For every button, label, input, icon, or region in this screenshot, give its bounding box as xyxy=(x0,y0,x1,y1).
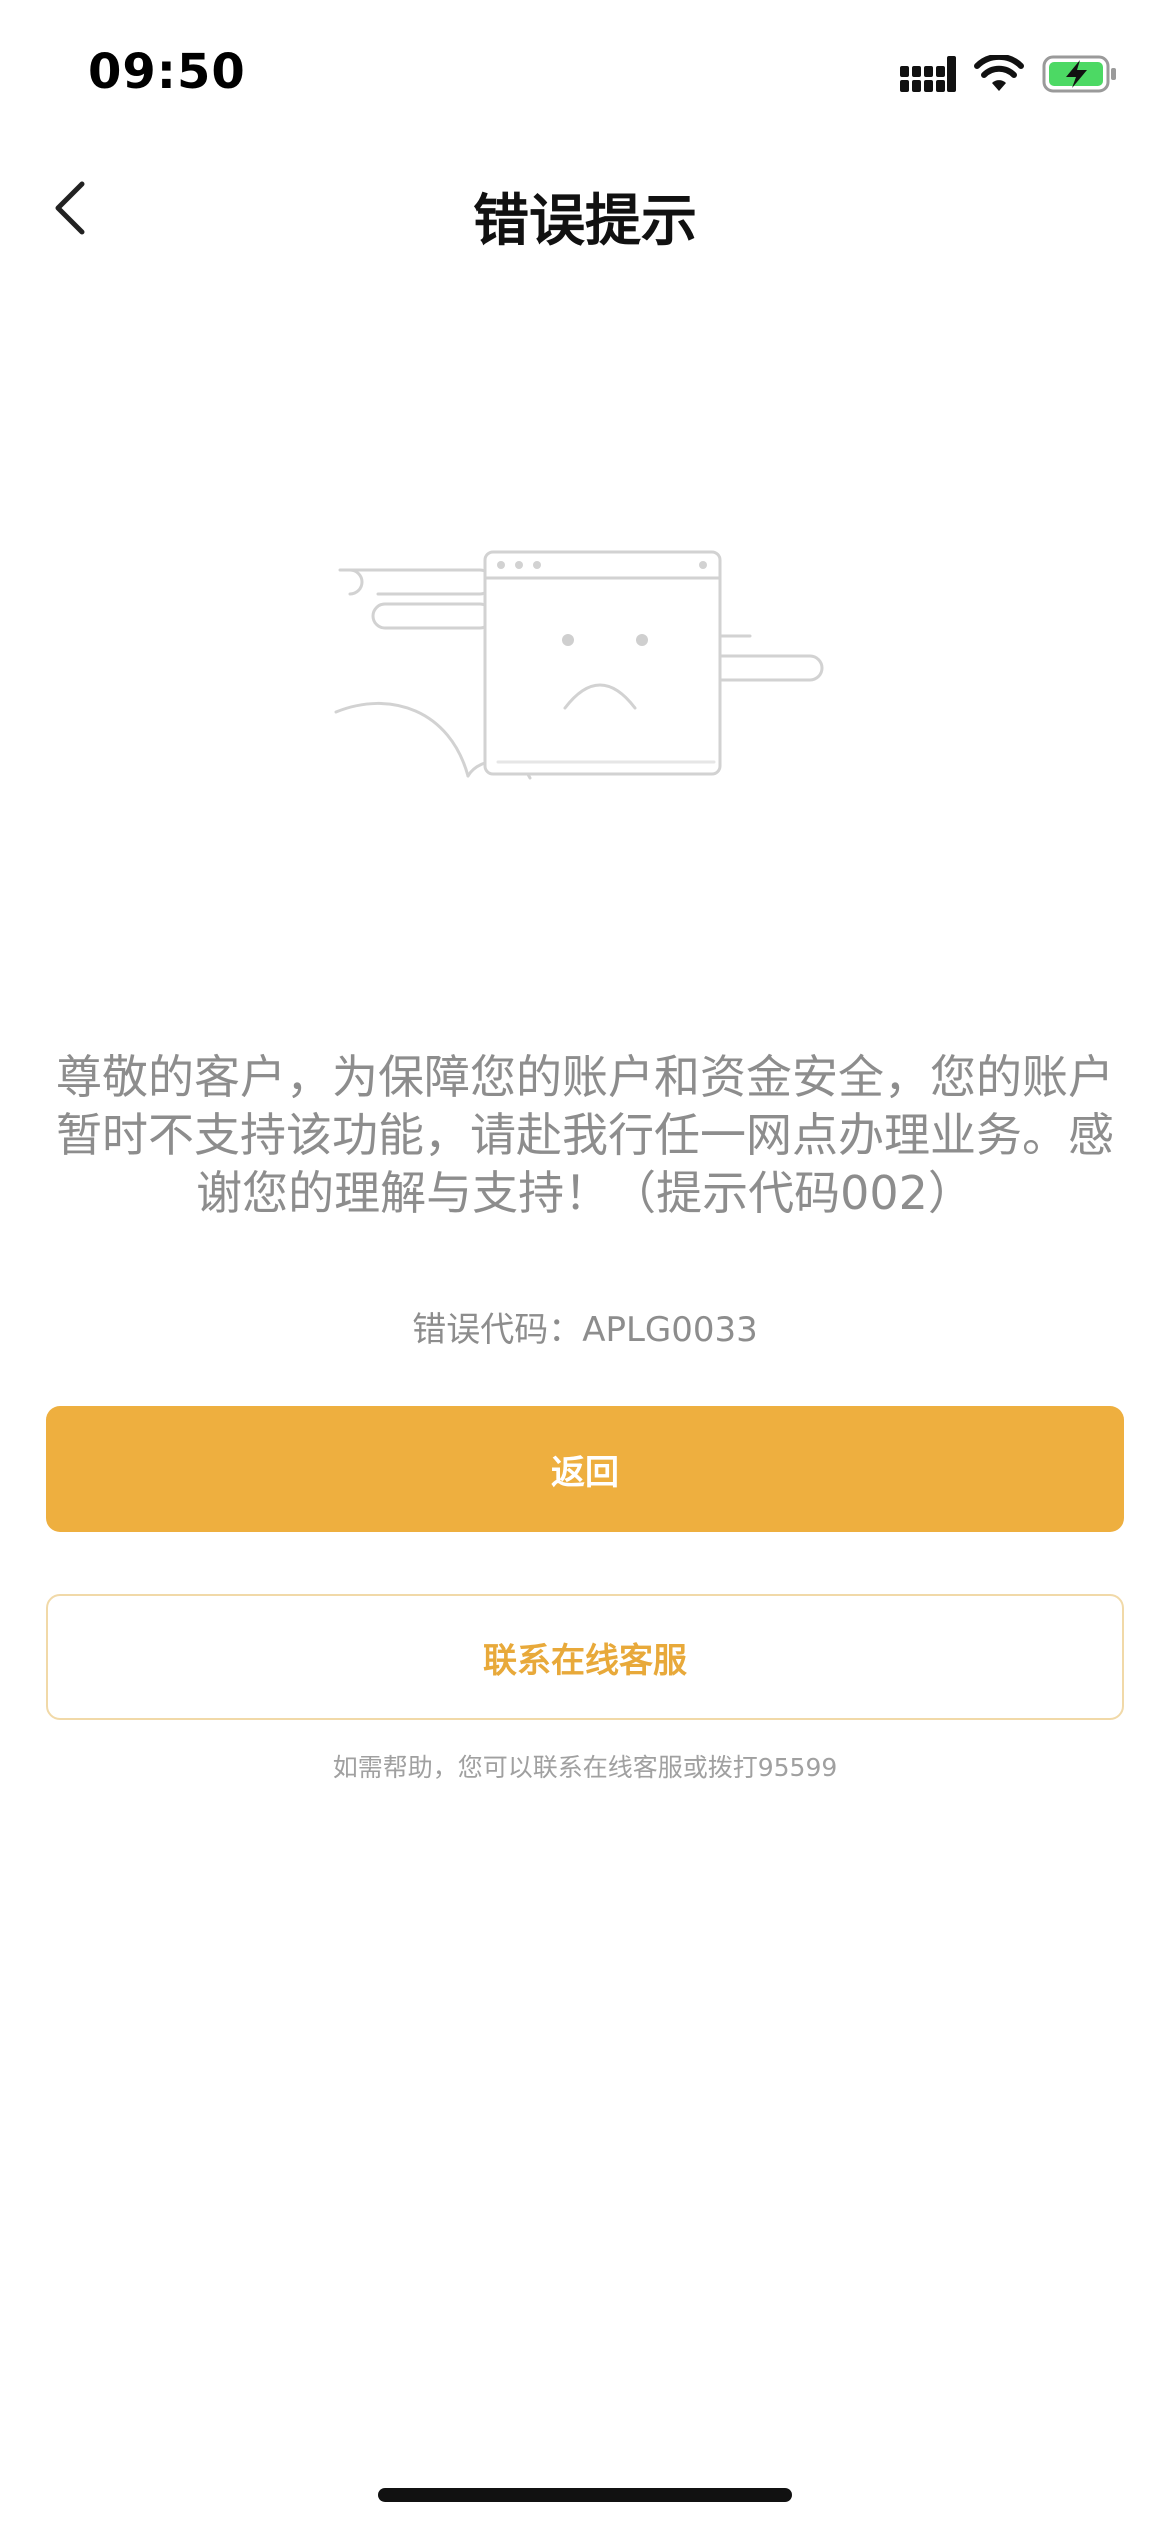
battery-charging-icon xyxy=(1042,54,1118,94)
help-text: 如需帮助，您可以联系在线客服或拨打95599 xyxy=(332,1753,838,1782)
status-bar: 09:50 xyxy=(0,0,1170,150)
error-code: 错误代码：APLG0033 xyxy=(412,1310,758,1350)
return-button[interactable]: 返回 xyxy=(46,1406,1124,1532)
return-button-label: 返回 xyxy=(551,1452,619,1493)
error-page: 09:50 错误提示 尊敬的客户，为保障您的账户和资金安全，您的账户 暂时不支持… xyxy=(0,0,1170,2532)
wifi-icon xyxy=(974,55,1024,93)
contact-service-button-label: 联系在线客服 xyxy=(483,1640,687,1681)
home-indicator[interactable] xyxy=(378,2488,792,2502)
status-icons xyxy=(900,52,1118,96)
contact-service-button[interactable]: 联系在线客服 xyxy=(46,1594,1124,1720)
error-illustration xyxy=(330,540,830,800)
status-time: 09:50 xyxy=(88,44,246,100)
error-message-line: 谢您的理解与支持！（提示代码002） xyxy=(196,1166,974,1220)
error-message-line: 暂时不支持该功能，请赴我行任一网点办理业务。感 xyxy=(56,1108,1114,1162)
page-title: 错误提示 xyxy=(473,189,697,254)
signal-icon xyxy=(900,54,956,94)
error-message: 尊敬的客户，为保障您的账户和资金安全，您的账户 暂时不支持该功能，请赴我行任一网… xyxy=(30,1048,1140,1222)
nav-bar: 错误提示 xyxy=(0,150,1170,270)
error-message-line: 尊敬的客户，为保障您的账户和资金安全，您的账户 xyxy=(56,1050,1114,1104)
